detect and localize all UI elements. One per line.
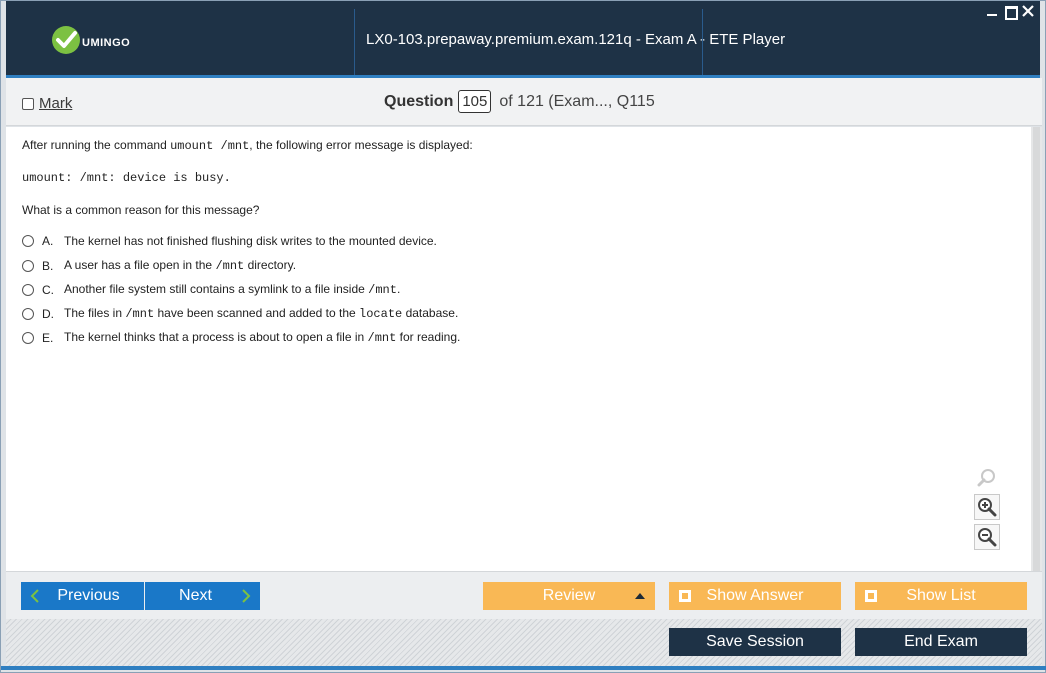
- intro-prefix: After running the command: [22, 138, 171, 152]
- answer-text-part: A user has a file open in the: [64, 258, 216, 272]
- end-exam-label: End Exam: [904, 633, 978, 650]
- answer-text-part: for reading.: [396, 330, 461, 344]
- mark-checkbox[interactable]: Mark: [22, 95, 72, 112]
- answer-letter: E.: [42, 330, 54, 345]
- close-icon[interactable]: [1022, 5, 1034, 17]
- answer-text: Another file system still contains a sym…: [64, 282, 400, 297]
- question-prompt: What is a common reason for this message…: [22, 203, 260, 217]
- zoom-out-icon[interactable]: [974, 524, 1000, 550]
- answer-letter: B.: [42, 258, 54, 273]
- scrollbar-thumb[interactable]: [1033, 127, 1040, 571]
- show-answer-button[interactable]: Show Answer: [669, 582, 841, 610]
- question-label: Question: [384, 92, 454, 110]
- footer-bar: Save Session End Exam: [6, 619, 1042, 666]
- answer-text: The kernel has not finished flushing dis…: [64, 234, 437, 248]
- question-intro: After running the command umount /mnt, t…: [22, 138, 473, 153]
- show-answer-label: Show Answer: [706, 587, 804, 604]
- chevron-left-icon: [30, 589, 39, 603]
- answer-text-part: The files in: [64, 306, 126, 320]
- zoom-reset-icon[interactable]: [974, 465, 1000, 491]
- answer-text-part: database.: [402, 306, 459, 320]
- next-button[interactable]: Next: [145, 582, 260, 610]
- show-list-label: Show List: [906, 587, 976, 604]
- maximize-icon[interactable]: [1004, 5, 1018, 20]
- answer-text-part: Another file system still contains a sym…: [64, 282, 369, 296]
- question-header: Mark Question 105 of 121 (Exam..., Q115: [6, 78, 1042, 126]
- answer-code: /mnt: [367, 331, 397, 345]
- radio-button[interactable]: [22, 259, 34, 272]
- intro-suffix: , the following error message is display…: [249, 138, 473, 152]
- logo-check-icon: [52, 26, 80, 54]
- answer-option[interactable]: C. Another file system still contains a s…: [22, 282, 400, 297]
- radio-button[interactable]: [22, 331, 34, 344]
- radio-button[interactable]: [22, 283, 34, 296]
- question-indicator: Question 105 of 121 (Exam..., Q115: [384, 90, 659, 113]
- answer-code: locate: [359, 307, 403, 321]
- review-button[interactable]: Review: [483, 582, 655, 610]
- previous-label: Previous: [57, 587, 120, 604]
- answer-option[interactable]: B. A user has a file open in the /mnt dir…: [22, 258, 296, 273]
- answer-letter: C.: [42, 282, 54, 297]
- answer-text: The kernel thinks that a process is abou…: [64, 330, 460, 345]
- chevron-right-icon: [242, 589, 251, 603]
- mark-label: Mark: [39, 95, 73, 112]
- next-label: Next: [179, 587, 212, 604]
- answer-option[interactable]: E. The kernel thinks that a process is ab…: [22, 330, 460, 345]
- save-session-label: Save Session: [706, 633, 804, 650]
- answer-letter: A.: [42, 234, 54, 248]
- window-title: LX0-103.prepaway.premium.exam.121q - Exa…: [366, 31, 786, 48]
- radio-button[interactable]: [22, 235, 34, 247]
- answer-code: /mnt: [368, 283, 397, 297]
- answer-code: /mnt: [215, 259, 245, 273]
- answer-text-part: .: [396, 282, 401, 296]
- answer-text-part: The kernel thinks that a process is abou…: [64, 330, 368, 344]
- minimize-icon[interactable]: [986, 5, 998, 17]
- zoom-in-icon[interactable]: [974, 494, 1000, 520]
- vertical-scrollbar[interactable]: [1031, 127, 1042, 571]
- title-bar: UMINGO LX0-103.prepaway.premium.exam.121…: [6, 1, 1040, 78]
- end-exam-button[interactable]: End Exam: [855, 628, 1027, 656]
- checkbox-icon: [865, 590, 877, 602]
- checkbox-icon: [679, 590, 691, 602]
- answer-text: The files in /mnt have been scanned and …: [64, 306, 458, 321]
- title-divider: [702, 9, 703, 75]
- intro-command: umount /mnt: [170, 139, 250, 153]
- answer-text-part: The kernel has not finished flushing dis…: [64, 234, 437, 248]
- error-message: umount: /mnt: device is busy.: [22, 171, 231, 185]
- answer-text-part: have been scanned and added to the: [154, 306, 360, 320]
- navigation-bar: Previous Next Review Show Answer Show Li…: [6, 571, 1042, 619]
- previous-button[interactable]: Previous: [21, 582, 144, 610]
- answer-text: A user has a file open in the /mnt direc…: [64, 258, 296, 273]
- footer-accent-line: [1, 666, 1046, 670]
- answer-code: /mnt: [125, 307, 155, 321]
- answer-option[interactable]: A. The kernel has not finished flushing d…: [22, 234, 437, 248]
- title-divider: [354, 9, 355, 75]
- answer-text-part: directory.: [244, 258, 297, 272]
- save-session-button[interactable]: Save Session: [669, 628, 841, 656]
- logo-text: UMINGO: [82, 37, 131, 49]
- app-logo: UMINGO: [52, 25, 130, 55]
- question-number-input[interactable]: 105: [458, 90, 492, 113]
- question-total: of 121 (Exam..., Q115: [499, 92, 655, 110]
- checkbox-icon[interactable]: [22, 97, 34, 110]
- show-list-button[interactable]: Show List: [855, 582, 1027, 610]
- review-label: Review: [542, 587, 596, 604]
- answer-option[interactable]: D. The files in /mnt have been scanned an…: [22, 306, 458, 321]
- window-controls: [986, 5, 1034, 20]
- caret-up-icon: [635, 593, 645, 599]
- radio-button[interactable]: [22, 307, 34, 320]
- answer-letter: D.: [42, 306, 54, 321]
- app-window: UMINGO LX0-103.prepaway.premium.exam.121…: [0, 0, 1046, 673]
- question-content: After running the command umount /mnt, t…: [6, 127, 1031, 571]
